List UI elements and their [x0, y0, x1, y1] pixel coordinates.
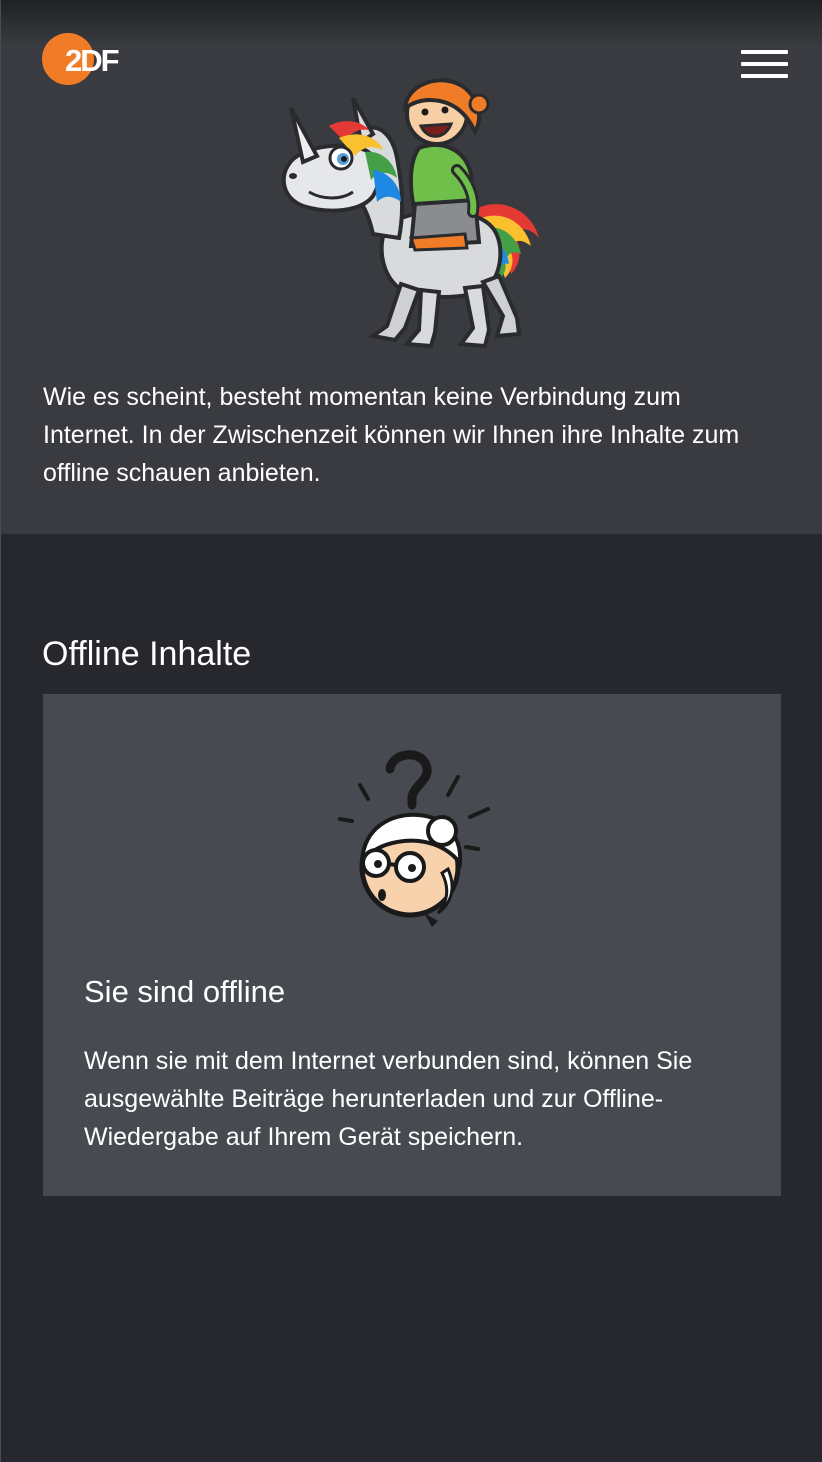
logo-text: 2DF [65, 43, 119, 78]
zdf-logo[interactable]: 2DF [41, 31, 137, 87]
offline-status-card: Sie sind offline Wenn sie mit dem Intern… [43, 694, 781, 1196]
offline-message: Wie es scheint, besteht momentan keine V… [43, 383, 740, 487]
unicorn-rider-illustration [269, 78, 554, 363]
section-title: Offline Inhalte [42, 635, 252, 673]
hamburger-menu-icon[interactable] [739, 46, 791, 82]
card-description: Wenn sie mit dem Internet verbunden sind… [84, 1047, 693, 1151]
offline-hero-section: 2DF Wie es scheint, besteht momentan kei… [0, 0, 822, 534]
confused-grandma-illustration [328, 749, 498, 929]
card-title: Sie sind offline [84, 974, 286, 1009]
